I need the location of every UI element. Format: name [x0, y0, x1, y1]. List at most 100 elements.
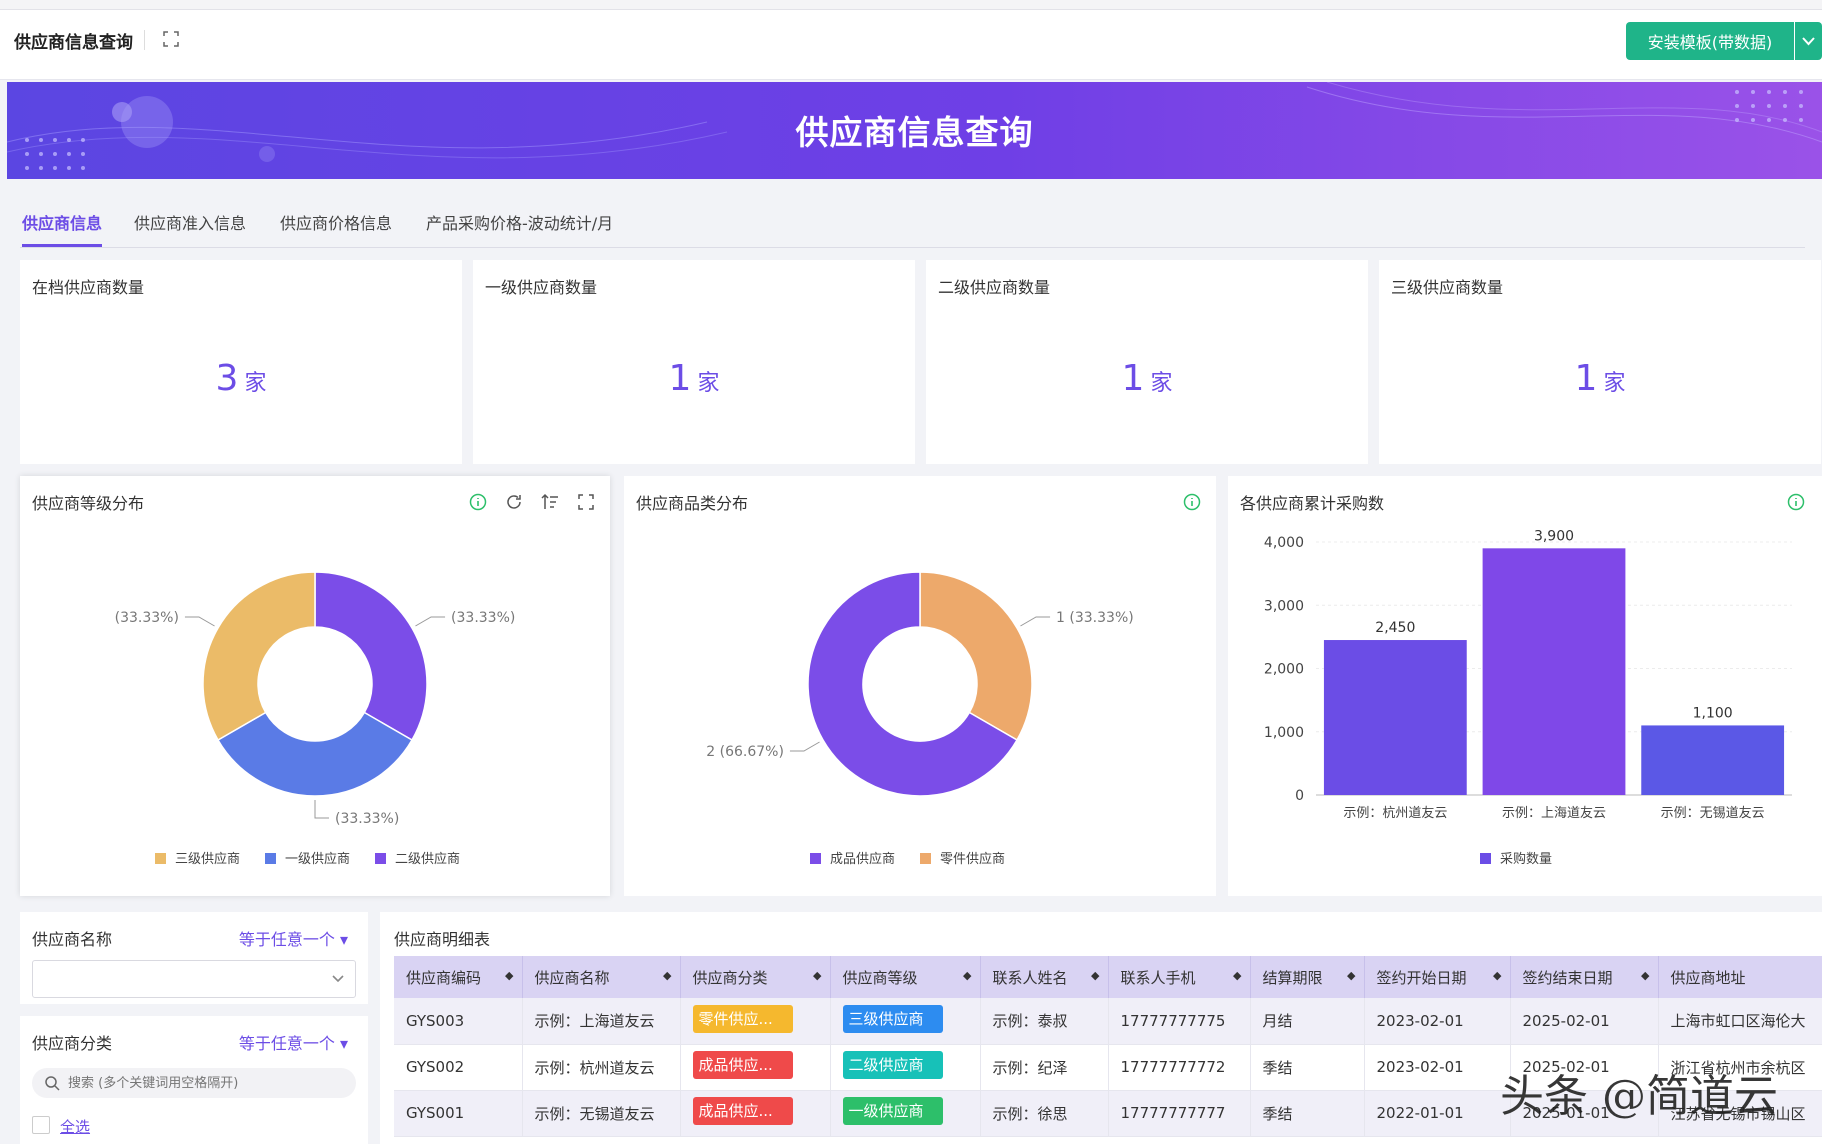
label-leader: [314, 800, 329, 819]
chevron-down-icon: [332, 975, 344, 983]
column-header[interactable]: 联系人姓名 ◆: [980, 956, 1109, 998]
cell-term: 季结: [1250, 1090, 1365, 1137]
purchase-count-chart: 0 1,000 2,000 3,000 4,000 2,450 示例：杭州道友云 3,900 示…: [1264, 528, 1792, 867]
install-dropdown-button[interactable]: [1795, 22, 1822, 60]
column-header[interactable]: 签约开始日期 ◆: [1364, 956, 1511, 998]
banner: 供应商信息查询: [7, 82, 1822, 179]
y-tick-label: 2,000: [1264, 662, 1304, 678]
legend-label: 采购数量: [1500, 851, 1552, 867]
label-leader: [184, 616, 215, 627]
sort-icon[interactable]: ◆: [505, 969, 513, 982]
cell-contact: 示例：泰叔: [980, 998, 1109, 1045]
grade-tag: 三级供应商: [842, 1004, 943, 1033]
grade-distribution-chart: (33.33%) (33.33%) (33.33%) 三级供应商 一级供应商 二级供应商: [115, 571, 515, 867]
table-row[interactable]: GYS003 示例：上海道友云 零件供应... 三级供应商 示例：泰叔 177777777…: [394, 998, 1822, 1045]
cell-contact: 示例：徐思: [980, 1090, 1109, 1137]
sort-icon[interactable]: ◆: [1347, 969, 1355, 982]
tab-supplier-admission[interactable]: 供应商准入信息: [134, 210, 246, 244]
expand-icon[interactable]: [576, 492, 596, 512]
column-header[interactable]: 联系人手机 ◆: [1108, 956, 1251, 998]
sort-icon[interactable]: ◆: [1091, 969, 1099, 982]
tab-supplier-price[interactable]: 供应商价格信息: [280, 210, 392, 244]
x-tick-label: 示例：上海道友云: [1502, 805, 1606, 821]
column-header[interactable]: 供应商名称 ◆: [522, 956, 681, 998]
slice-label: 1 (33.33%): [1056, 610, 1134, 626]
y-tick-label: 0: [1295, 788, 1304, 804]
sort-icon[interactable]: [540, 492, 560, 512]
column-header[interactable]: 签约结束日期 ◆: [1510, 956, 1659, 998]
legend-label: 成品供应商: [830, 851, 895, 867]
pie-slice: [202, 571, 316, 742]
title-divider: [144, 30, 145, 50]
supplier-name-select[interactable]: [32, 960, 356, 998]
cell-category: 成品供应...: [680, 1044, 831, 1091]
sort-icon[interactable]: ◆: [663, 969, 671, 982]
label-leader: [789, 741, 820, 752]
info-icon[interactable]: [1182, 492, 1202, 512]
x-tick-label: 示例：无锡道友云: [1661, 805, 1765, 821]
card-title: 各供应商累计采购数: [1240, 494, 1385, 513]
column-header[interactable]: 供应商分类 ◆: [680, 956, 831, 998]
banner-title: 供应商信息查询: [795, 113, 1034, 152]
sort-icon[interactable]: ◆: [963, 969, 971, 982]
tab-bar: 供应商信息 供应商准入信息 供应商价格信息 产品采购价格-波动统计/月: [20, 204, 1805, 248]
kpi-level3-suppliers: 三级供应商数量 1家: [1379, 260, 1821, 464]
supplier-name-filter: 供应商名称 等于任意一个 ▾: [20, 912, 368, 1004]
column-header[interactable]: 供应商等级 ◆: [830, 956, 981, 998]
sort-icon[interactable]: ◆: [1493, 969, 1501, 982]
cell-phone: 17777777775: [1108, 998, 1251, 1045]
select-all-label[interactable]: 全选: [60, 1116, 90, 1137]
filter-label: 供应商名称: [32, 930, 113, 949]
cell-contact: 示例：纪泽: [980, 1044, 1109, 1091]
cell-start: 2023-02-01: [1364, 998, 1511, 1045]
legend-swatch: [1480, 853, 1491, 864]
bar-value-label: 1,100: [1693, 705, 1733, 721]
legend-swatch: [155, 853, 166, 864]
column-header[interactable]: 结算期限 ◆: [1250, 956, 1365, 998]
filter-mode-dropdown[interactable]: 等于任意一个 ▾: [239, 1030, 348, 1054]
filter-label: 供应商分类: [32, 1034, 113, 1053]
card-title: 供应商品类分布: [636, 494, 749, 513]
column-header[interactable]: 供应商编码 ◆: [394, 956, 523, 998]
install-template-button[interactable]: 安装模板(带数据): [1626, 22, 1794, 60]
slice-label: 2 (66.67%): [706, 744, 784, 760]
fullscreen-icon[interactable]: [162, 30, 180, 48]
tab-purchase-price-stats[interactable]: 产品采购价格-波动统计/月: [426, 210, 613, 244]
cell-grade: 一级供应商: [830, 1090, 981, 1137]
cell-phone: 17777777777: [1108, 1090, 1251, 1137]
refresh-icon[interactable]: [504, 492, 524, 512]
kpi-level1-suppliers: 一级供应商数量 1家: [473, 260, 915, 464]
sort-icon[interactable]: ◆: [1233, 969, 1241, 982]
category-tag: 成品供应...: [692, 1051, 793, 1079]
category-tag: 零件供应...: [692, 1004, 793, 1033]
cell-name: 示例：杭州道友云: [522, 1044, 681, 1091]
kpi-value: 1家: [1121, 358, 1173, 399]
cell-code: GYS001: [394, 1090, 523, 1137]
legend-label: 一级供应商: [285, 851, 350, 867]
filter-mode-dropdown[interactable]: 等于任意一个 ▾: [239, 926, 348, 950]
cell-grade: 三级供应商: [830, 998, 981, 1045]
legend-swatch: [375, 853, 386, 864]
bar-value-label: 2,450: [1375, 620, 1415, 636]
sort-icon[interactable]: ◆: [1641, 969, 1649, 982]
kpi-value: 3家: [215, 358, 267, 399]
cell-end: 2025-02-01: [1510, 998, 1659, 1045]
bar: [1641, 725, 1785, 795]
supplier-category-filter: 供应商分类 等于任意一个 ▾ 全选: [20, 1016, 368, 1144]
kpi-label: 三级供应商数量: [1391, 278, 1504, 297]
info-icon[interactable]: [1786, 492, 1806, 512]
category-search-input[interactable]: [32, 1068, 356, 1098]
tab-supplier-info[interactable]: 供应商信息: [22, 210, 103, 247]
kpi-label: 一级供应商数量: [485, 278, 598, 297]
category-tag: 成品供应...: [692, 1097, 793, 1125]
kpi-label: 在档供应商数量: [32, 278, 145, 297]
search-icon: [45, 1076, 60, 1091]
slice-label: (33.33%): [335, 811, 399, 827]
column-header[interactable]: 供应商地址: [1658, 956, 1822, 998]
select-all-checkbox[interactable]: [32, 1116, 50, 1134]
info-icon[interactable]: [468, 492, 488, 512]
legend-label: 零件供应商: [940, 851, 1005, 867]
sort-icon[interactable]: ◆: [813, 969, 821, 982]
watermark-text: 头条 @简道云: [1500, 1071, 1778, 1122]
table-title: 供应商明细表: [394, 930, 491, 949]
